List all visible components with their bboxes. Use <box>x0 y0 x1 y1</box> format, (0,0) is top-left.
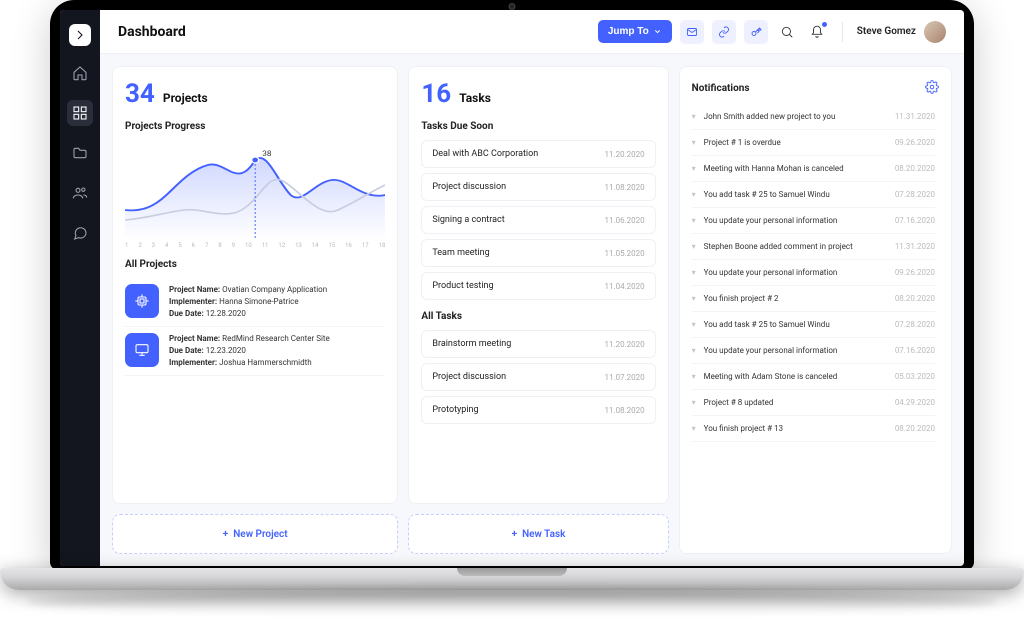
tasks-count-label: Tasks <box>459 91 491 105</box>
cpu-icon <box>125 284 159 318</box>
sidebar-item-messages[interactable] <box>67 220 93 246</box>
notification-row[interactable]: ▾You update your personal information09.… <box>692 260 935 286</box>
chevron-down-icon: ▾ <box>692 372 696 381</box>
notification-row[interactable]: ▾Project # 8 updated04.29.2020 <box>692 390 935 416</box>
notification-row[interactable]: ▾You update your personal information07.… <box>692 338 935 364</box>
chevron-down-icon: ▾ <box>692 346 696 355</box>
svg-text:38: 38 <box>262 150 271 158</box>
all-projects-title: All Projects <box>125 259 385 270</box>
task-row[interactable]: Project discussion11.08.2020 <box>421 173 655 201</box>
chevron-down-icon: ▾ <box>692 268 696 277</box>
sidebar-item-folder[interactable] <box>67 140 93 166</box>
task-row[interactable]: Product testing11.04.2020 <box>421 272 655 300</box>
project-row[interactable]: Project Name: Ovatian Company Applicatio… <box>125 278 385 327</box>
monitor-icon <box>125 333 159 367</box>
page-title: Dashboard <box>118 24 186 40</box>
header: Dashboard Jump To <box>100 10 964 54</box>
projects-progress-chart: 38 <box>125 140 385 240</box>
new-task-button[interactable]: + New Task <box>408 514 668 554</box>
bell-icon[interactable] <box>806 21 828 43</box>
sidebar-collapse-button[interactable] <box>69 24 91 46</box>
tasks-due-title: Tasks Due Soon <box>421 121 655 132</box>
notification-row[interactable]: ▾Project # 1 is overdue09.26.2020 <box>692 130 935 156</box>
all-tasks-title: All Tasks <box>421 311 655 322</box>
chevron-down-icon: ▾ <box>692 242 696 251</box>
task-row[interactable]: Signing a contract11.06.2020 <box>421 206 655 234</box>
notification-row[interactable]: ▾Meeting with Hanna Mohan is canceled08.… <box>692 156 935 182</box>
chevron-down-icon: ▾ <box>692 164 696 173</box>
jump-to-button[interactable]: Jump To <box>598 20 672 43</box>
notifications-card: Notifications ▾John Smith added new proj… <box>679 66 952 554</box>
project-row[interactable]: Project Name: RedMind Research Center Si… <box>125 327 385 376</box>
notification-row[interactable]: ▾You finish project # 208.20.2020 <box>692 286 935 312</box>
task-row[interactable]: Project discussion11.07.2020 <box>421 363 655 391</box>
notification-row[interactable]: ▾You update your personal information07.… <box>692 208 935 234</box>
task-row[interactable]: Deal with ABC Corporation11.20.2020 <box>421 140 655 168</box>
plus-icon: + <box>223 529 229 540</box>
task-row[interactable]: Team meeting11.05.2020 <box>421 239 655 267</box>
projects-card: 34 Projects Projects Progress <box>112 66 398 504</box>
notification-dot <box>822 22 827 27</box>
notification-row[interactable]: ▾You add task # 25 to Samuel Windu07.28.… <box>692 312 935 338</box>
task-row[interactable]: Brainstorm meeting11.20.2020 <box>421 330 655 358</box>
chevron-down-icon: ▾ <box>692 216 696 225</box>
mail-icon[interactable] <box>680 20 704 44</box>
sidebar <box>60 10 100 566</box>
chart-ticks: 123456789101112131415161718 <box>125 242 385 249</box>
avatar[interactable] <box>924 21 946 43</box>
projects-progress-title: Projects Progress <box>125 121 385 132</box>
tasks-card: 16 Tasks Tasks Due Soon Deal with ABC Co… <box>408 66 668 504</box>
plus-icon: + <box>512 529 518 540</box>
chevron-down-icon: ▾ <box>692 112 696 121</box>
chevron-down-icon: ▾ <box>692 138 696 147</box>
chevron-down-icon: ▾ <box>692 320 696 329</box>
chevron-down-icon: ▾ <box>692 190 696 199</box>
chevron-down-icon: ▾ <box>692 398 696 407</box>
new-project-button[interactable]: + New Project <box>112 514 398 554</box>
sidebar-item-dashboard[interactable] <box>67 100 93 126</box>
gear-icon[interactable] <box>925 79 939 98</box>
projects-count-label: Projects <box>163 91 208 105</box>
notification-row[interactable]: ▾You finish project # 1308.20.2020 <box>692 416 935 442</box>
tasks-count: 16 <box>421 79 451 109</box>
chevron-down-icon: ▾ <box>692 424 696 433</box>
notification-row[interactable]: ▾Stephen Boone added comment in project1… <box>692 234 935 260</box>
sidebar-item-users[interactable] <box>67 180 93 206</box>
key-icon[interactable] <box>744 20 768 44</box>
link-icon[interactable] <box>712 20 736 44</box>
notification-row[interactable]: ▾Meeting with Adam Stone is canceled05.0… <box>692 364 935 390</box>
task-row[interactable]: Prototyping11.08.2020 <box>421 396 655 424</box>
notifications-title: Notifications <box>692 83 750 94</box>
projects-count: 34 <box>125 79 155 109</box>
notification-row[interactable]: ▾You add task # 25 to Samuel Windu07.28.… <box>692 182 935 208</box>
search-icon[interactable] <box>776 21 798 43</box>
notification-row[interactable]: ▾John Smith added new project to you11.3… <box>692 104 935 130</box>
user-name[interactable]: Steve Gomez <box>857 26 916 37</box>
chevron-down-icon: ▾ <box>692 294 696 303</box>
sidebar-item-home[interactable] <box>67 60 93 86</box>
